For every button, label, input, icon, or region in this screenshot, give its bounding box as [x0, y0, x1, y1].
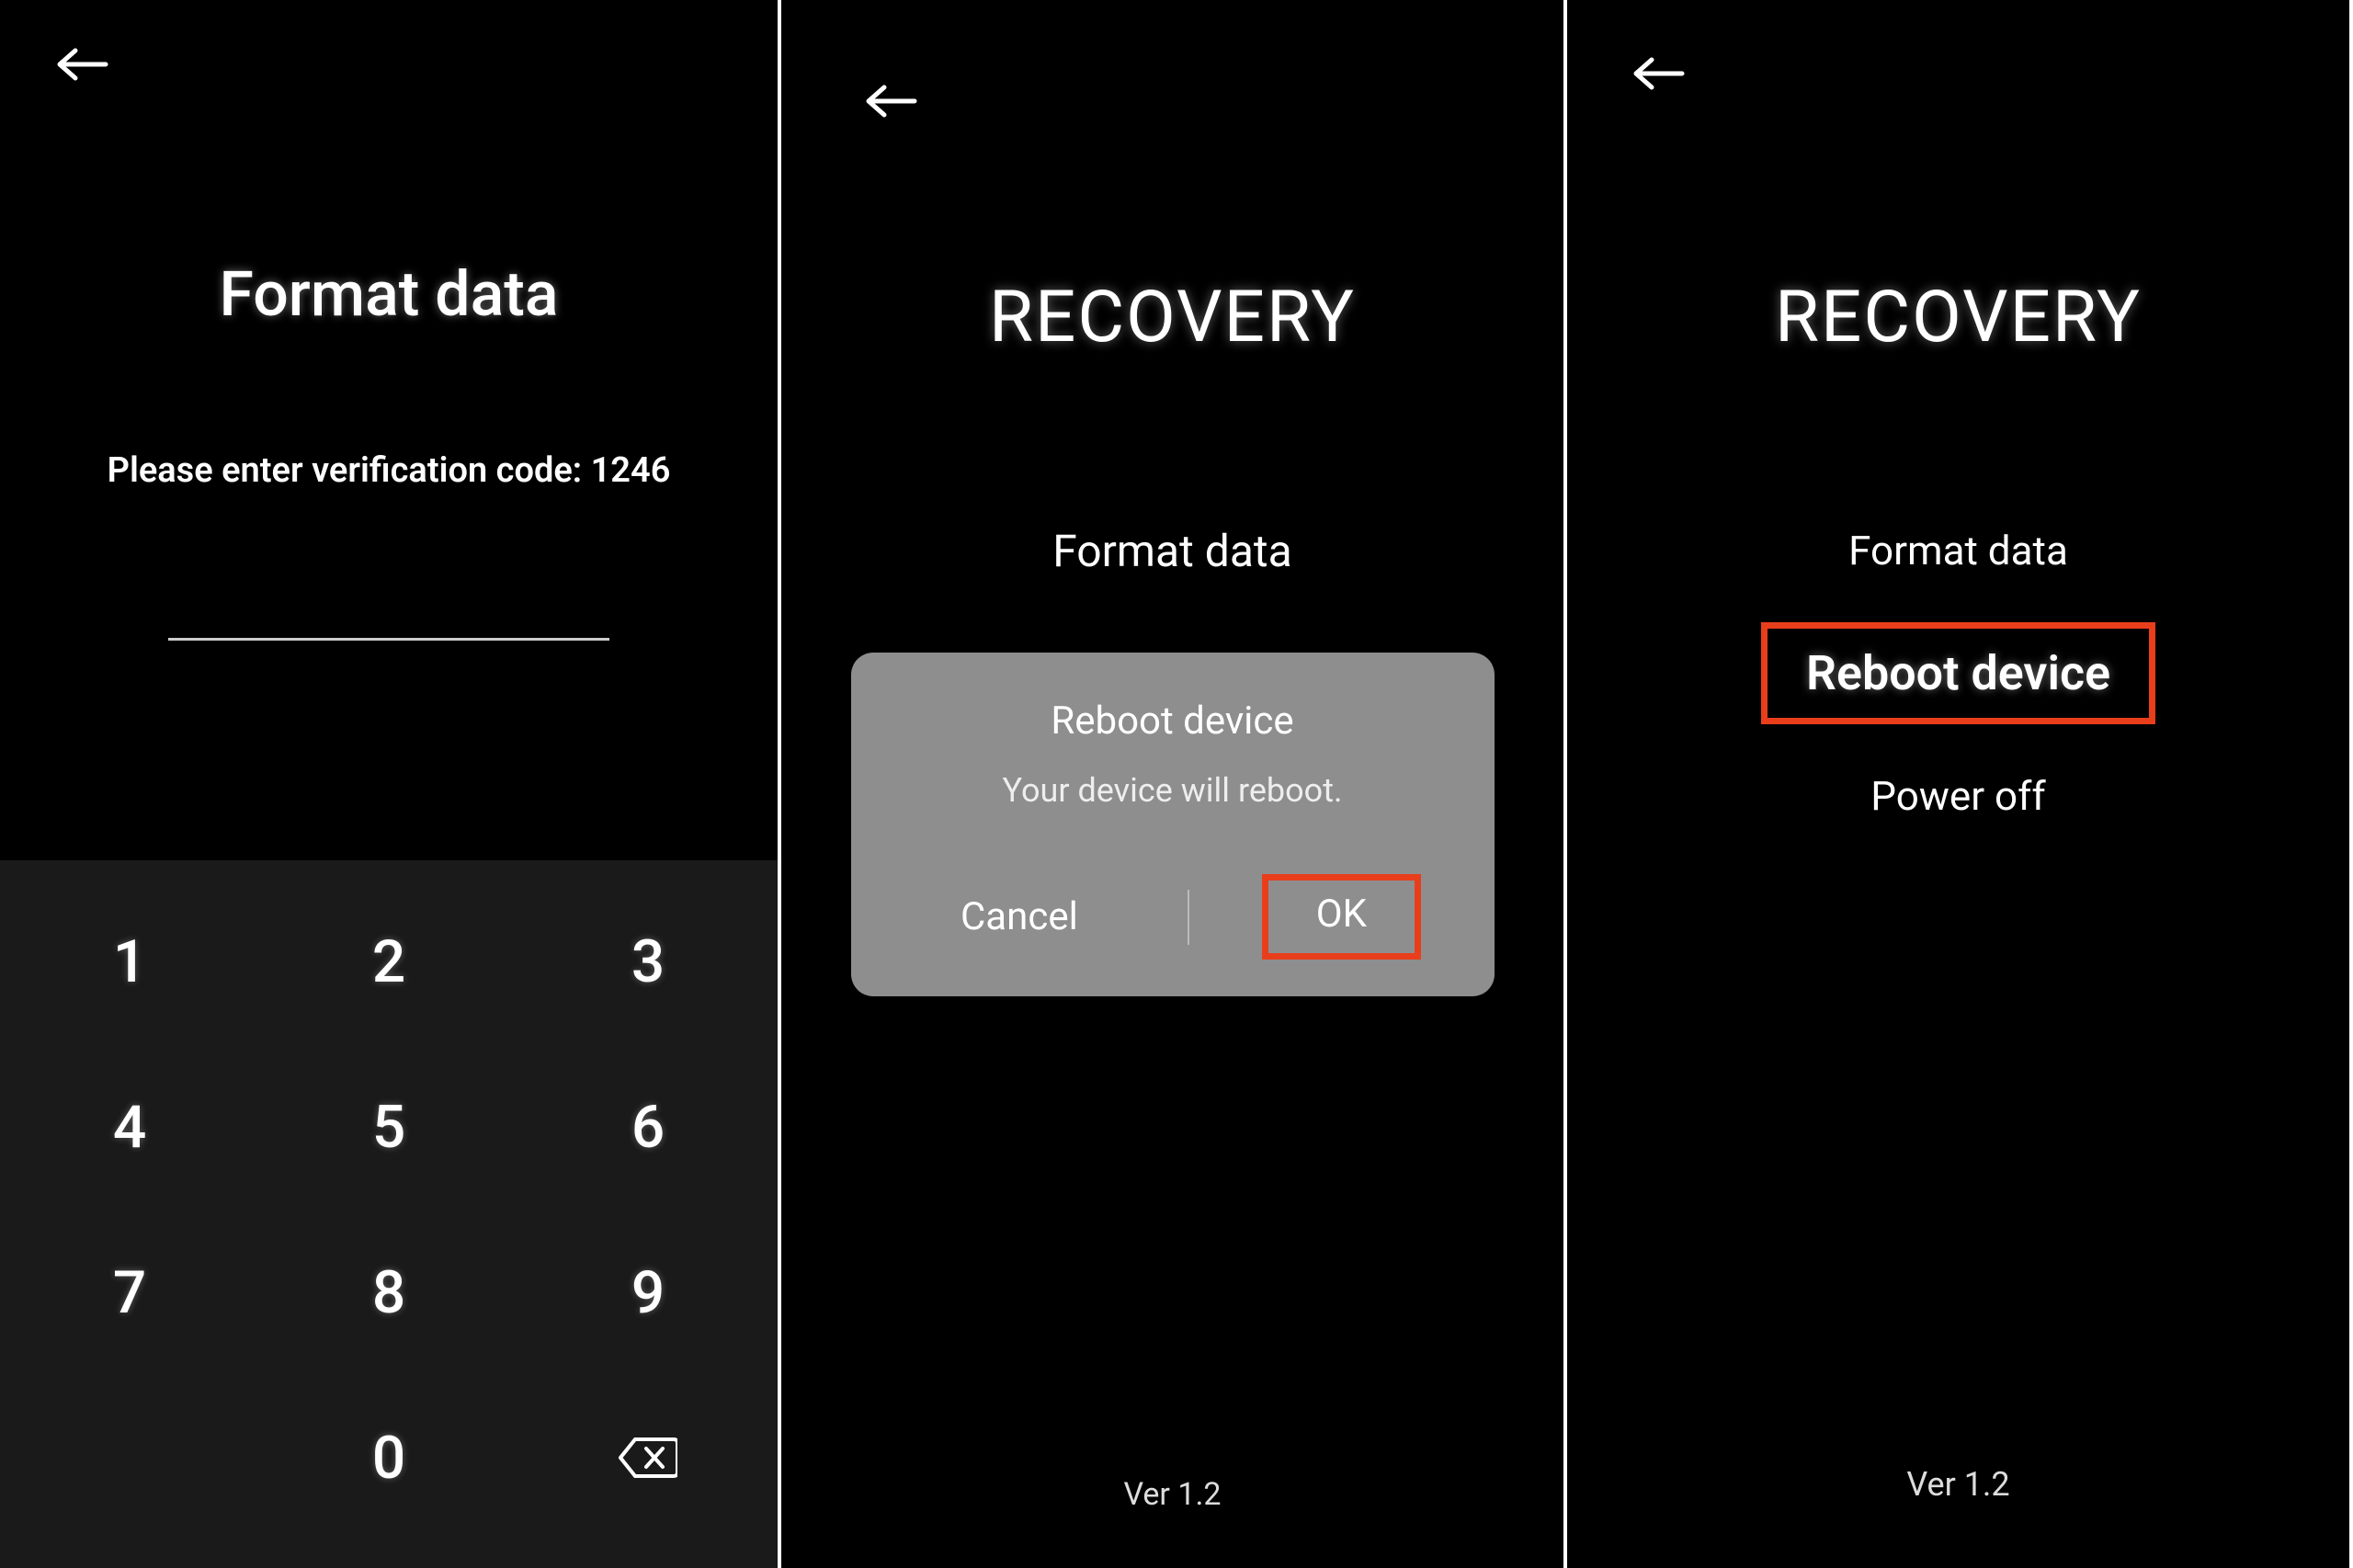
- reboot-dialog: Reboot device Your device will reboot. C…: [851, 653, 1495, 996]
- keypad-0[interactable]: 0: [259, 1375, 518, 1540]
- dialog-divider: [1188, 890, 1189, 945]
- panel-format-data: Format data Please enter verification co…: [0, 0, 781, 1568]
- code-input[interactable]: [168, 638, 609, 641]
- menu-reboot-device[interactable]: Reboot device: [1761, 622, 2155, 724]
- keypad-5[interactable]: 5: [259, 1044, 518, 1210]
- verification-code-prompt: Please enter verification code: 1246: [0, 450, 778, 491]
- menu-format-data[interactable]: Format data: [1821, 516, 2096, 585]
- ok-button[interactable]: OK: [1262, 874, 1421, 960]
- cancel-button[interactable]: Cancel: [924, 883, 1115, 950]
- keypad-4[interactable]: 4: [0, 1044, 259, 1210]
- keypad-1[interactable]: 1: [0, 879, 259, 1044]
- back-arrow-icon[interactable]: [1631, 55, 1687, 96]
- dialog-title: Reboot device: [888, 699, 1458, 744]
- keypad-3[interactable]: 3: [518, 879, 778, 1044]
- back-arrow-icon[interactable]: [864, 83, 919, 123]
- version-label: Ver 1.2: [1123, 1476, 1221, 1513]
- dialog-message: Your device will reboot.: [888, 771, 1458, 810]
- panel-recovery-menu: RECOVERY Format data Reboot device Power…: [1567, 0, 2353, 1568]
- menu-power-off[interactable]: Power off: [1843, 761, 2073, 831]
- keypad-empty: [0, 1375, 259, 1540]
- recovery-menu: Format data Reboot device Power off: [1567, 516, 2349, 831]
- keypad-7[interactable]: 7: [0, 1210, 259, 1375]
- format-data-title: Format data: [0, 257, 778, 331]
- menu-format-data[interactable]: Format data: [781, 525, 1563, 577]
- recovery-title: RECOVERY: [781, 276, 1563, 359]
- keypad-2[interactable]: 2: [259, 879, 518, 1044]
- panel-recovery-dialog: RECOVERY Format data Reboot device Your …: [781, 0, 1567, 1568]
- dialog-buttons: Cancel OK: [888, 874, 1458, 960]
- keypad-8[interactable]: 8: [259, 1210, 518, 1375]
- version-label: Ver 1.2: [1906, 1465, 2009, 1504]
- recovery-title: RECOVERY: [1567, 276, 2349, 359]
- keypad-6[interactable]: 6: [518, 1044, 778, 1210]
- numeric-keypad: 1 2 3 4 5 6 7 8 9 0: [0, 860, 778, 1568]
- keypad-9[interactable]: 9: [518, 1210, 778, 1375]
- back-arrow-icon[interactable]: [55, 46, 110, 86]
- backspace-icon[interactable]: [518, 1375, 778, 1540]
